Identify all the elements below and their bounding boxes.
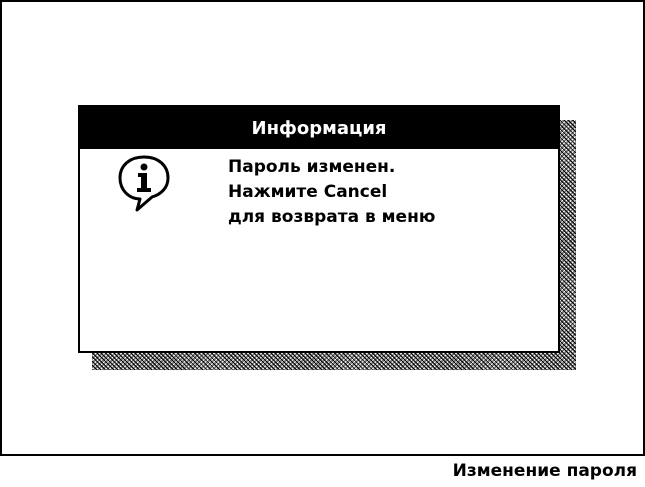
- status-bar: Изменение пароля: [0, 454, 645, 487]
- message-line: Нажмите Cancel: [228, 182, 388, 202]
- status-bar-label: Изменение пароля: [452, 461, 637, 481]
- dialog-message: Пароль изменен. Нажмите Cancel для возвр…: [228, 155, 435, 230]
- info-dialog: Информация Пароль изменен. Нажмите Cance…: [78, 105, 560, 353]
- dialog-title-bar: Информация: [80, 107, 558, 149]
- message-line: Пароль изменен.: [228, 157, 396, 177]
- dialog-title: Информация: [251, 117, 387, 139]
- message-line: для возврата в меню: [228, 207, 436, 227]
- info-speech-bubble-icon: [118, 155, 170, 212]
